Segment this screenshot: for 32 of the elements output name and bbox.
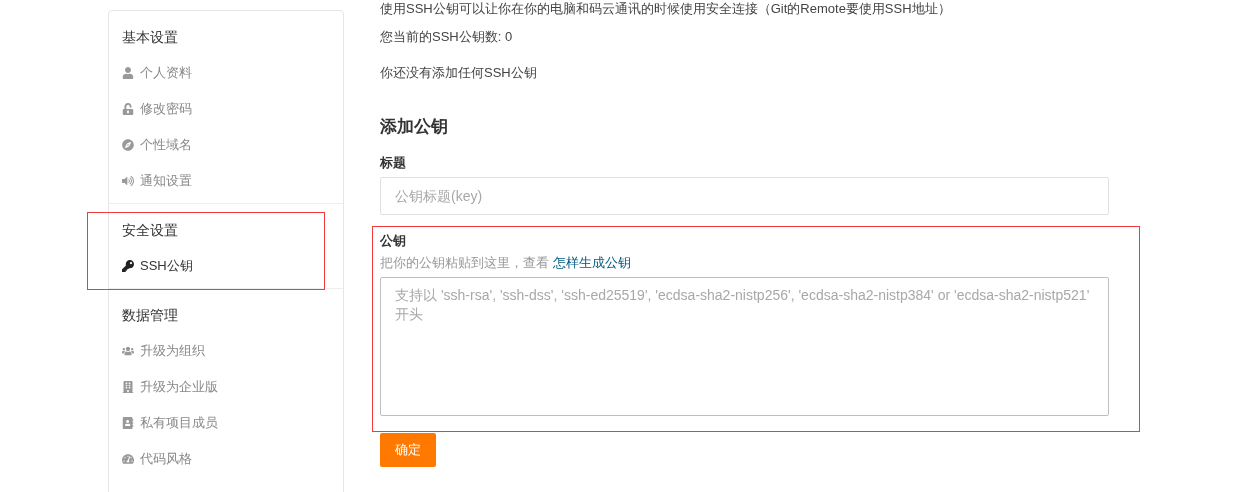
speaker-icon — [122, 175, 134, 187]
section-heading: 添加公钥 — [380, 116, 449, 138]
field-label: 标题 — [380, 154, 407, 172]
intro-text: 使用SSH公钥可以让你在你的电脑和码云通讯的时候使用安全连接（Git的Remote要使用SSH地址） — [380, 0, 952, 18]
sidebar-item[interactable]: 代码风格 — [109, 441, 343, 477]
sidebar-item[interactable]: 个性域名 — [109, 127, 343, 163]
section-title: 数据管理 — [121, 306, 179, 325]
padlock-icon — [122, 103, 134, 115]
hint-text: 把你的公钥粘贴到这里，查看 怎样生成公钥 — [380, 254, 632, 272]
gauge-icon — [122, 453, 134, 465]
section-title: 基本设置 — [121, 28, 179, 47]
confirm-button[interactable]: 确定 — [380, 433, 436, 467]
key-textarea[interactable]: 支持以 'ssh-rsa', 'ssh-dss', 'ssh-ed25519', 'ecdsa-sha2-nistp256', 'ecdsa-sha2-nistp384' or 'ecdsa-sha2-nistp521' 开头 — [380, 277, 1109, 416]
field-label: 公钥 — [380, 232, 407, 250]
contact-card-icon — [122, 417, 134, 429]
sidebar-item[interactable]: 升级为组织 — [109, 333, 343, 369]
compass-icon — [122, 139, 134, 151]
sidebar-item[interactable]: 修改密码 — [109, 91, 343, 127]
key-count-text: 您当前的SSH公钥数: 0 — [380, 28, 514, 46]
sidebar-item[interactable]: SSH公钥 — [109, 248, 343, 284]
help-link[interactable]: 怎样生成公钥 — [552, 255, 631, 270]
sidebar-item[interactable]: 个人资料 — [109, 55, 343, 91]
section-title: 安全设置 — [121, 221, 179, 240]
building-icon — [122, 381, 134, 393]
sidebar-item[interactable]: 私有项目成员 — [109, 405, 343, 441]
sidebar-item[interactable]: 升级为企业版 — [109, 369, 343, 405]
sidebar-item[interactable]: 通知设置 — [109, 163, 343, 199]
key-icon — [122, 260, 134, 272]
user-icon — [122, 67, 134, 79]
title-input[interactable]: 公钥标题(key) — [380, 177, 1109, 215]
empty-message: 你还没有添加任何SSH公钥 — [380, 64, 538, 82]
people-icon — [122, 345, 134, 357]
